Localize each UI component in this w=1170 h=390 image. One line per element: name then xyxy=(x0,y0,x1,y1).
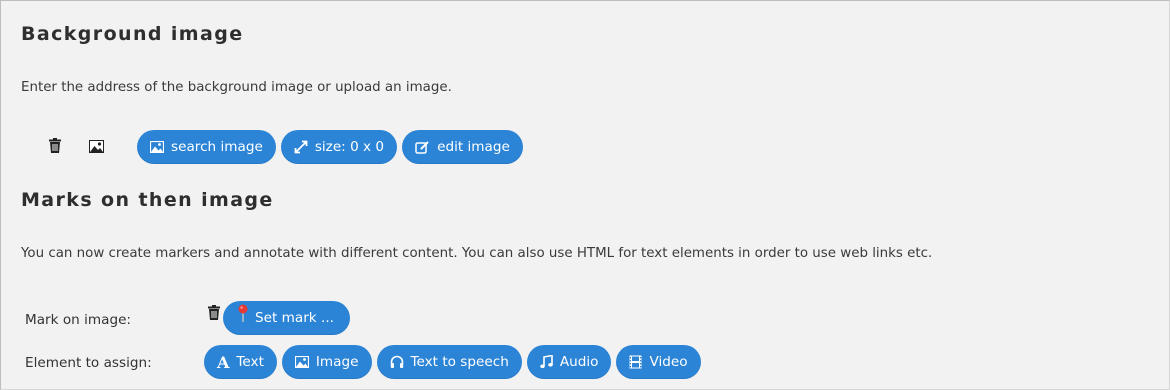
assign-audio-label: Audio xyxy=(559,354,599,370)
assign-text-button[interactable]: A Text xyxy=(204,345,277,379)
film-icon xyxy=(629,355,642,369)
background-image-description: Enter the address of the background imag… xyxy=(21,80,452,95)
assign-text-to-speech-label: Text to speech xyxy=(410,354,509,370)
trash-icon[interactable] xyxy=(208,304,220,324)
set-mark-button[interactable]: Set mark ... xyxy=(223,301,350,335)
headphones-icon xyxy=(390,355,404,369)
mark-toolbar: Set mark ... xyxy=(208,301,350,335)
search-image-button[interactable]: search image xyxy=(137,130,276,164)
assign-audio-button[interactable]: Audio xyxy=(526,345,612,379)
element-to-assign-label: Element to assign: xyxy=(25,355,152,371)
search-image-label: search image xyxy=(171,139,263,155)
set-mark-label: Set mark ... xyxy=(255,310,334,326)
assign-text-to-speech-button[interactable]: Text to speech xyxy=(376,345,522,379)
edit-icon xyxy=(415,140,430,155)
image-icon[interactable] xyxy=(89,138,104,157)
edit-image-label: edit image xyxy=(437,139,510,155)
assign-image-label: Image xyxy=(315,354,359,370)
assign-image-button[interactable]: Image xyxy=(281,345,372,379)
text-icon: A xyxy=(217,352,230,372)
assign-video-label: Video xyxy=(649,354,688,370)
resize-icon xyxy=(294,140,308,154)
image-icon xyxy=(150,141,164,153)
mark-on-image-label: Mark on image: xyxy=(25,312,132,328)
element-assign-toolbar: A Text Image Text to speech Audio Video xyxy=(204,345,701,379)
page-frame: Background image Enter the address of th… xyxy=(0,0,1170,390)
background-image-toolbar: search image size: 0 x 0 edit image xyxy=(49,130,523,164)
image-icon xyxy=(294,356,309,368)
marks-heading: Marks on then image xyxy=(21,189,274,211)
image-size-button[interactable]: size: 0 x 0 xyxy=(280,130,398,164)
map-pin-icon xyxy=(238,304,248,322)
edit-image-button[interactable]: edit image xyxy=(402,130,523,164)
background-image-heading: Background image xyxy=(21,23,244,45)
image-size-label: size: 0 x 0 xyxy=(314,139,385,155)
trash-icon[interactable] xyxy=(49,137,61,157)
marks-description: You can now create markers and annotate … xyxy=(21,246,933,261)
assign-video-button[interactable]: Video xyxy=(616,345,701,379)
assign-text-label: Text xyxy=(236,354,264,370)
music-note-icon xyxy=(540,355,553,369)
